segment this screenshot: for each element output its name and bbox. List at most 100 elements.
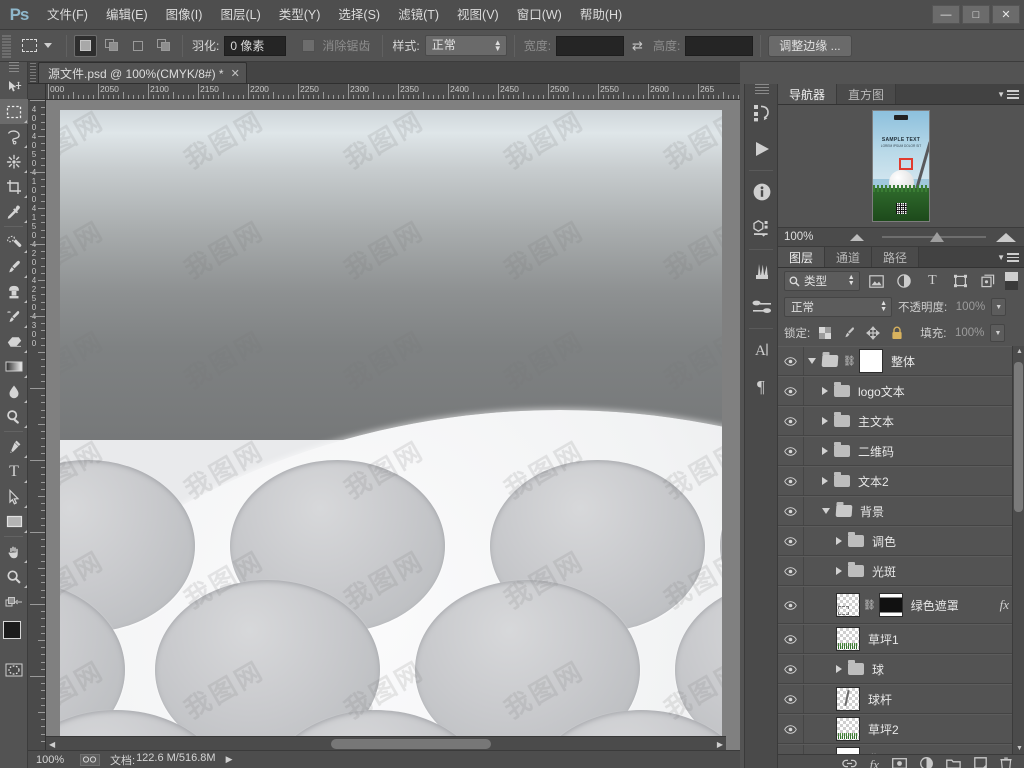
brush-tool-icon[interactable]	[0, 254, 28, 279]
layer-style-fx-icon[interactable]: fx	[870, 757, 879, 768]
opacity-value[interactable]: 100%	[953, 301, 985, 313]
delete-layer-icon[interactable]	[1000, 757, 1012, 768]
pixel-filter-icon[interactable]	[866, 271, 888, 291]
layer-visibility-toggle[interactable]	[778, 655, 804, 683]
width-input[interactable]	[556, 35, 625, 56]
dock-grip[interactable]	[745, 84, 777, 95]
foreground-color-swatch[interactable]	[3, 621, 21, 639]
layer-thumbnail[interactable]	[836, 717, 860, 741]
tab-navigator[interactable]: 导航器	[778, 84, 838, 104]
close-button[interactable]: ✕	[992, 5, 1020, 24]
layer-visibility-toggle[interactable]	[778, 685, 804, 713]
chevron-right-icon[interactable]	[822, 417, 828, 425]
layer-body[interactable]: ⛓绿色遮罩fx▼	[804, 593, 1020, 617]
layer-list[interactable]: ⛓ 整体 logo文本主文本二维码文本2 背景调色光斑 ⛓ 绿色遮罩 fx ▼ 草坪1 球球杆草坪…	[778, 346, 1024, 754]
hand-tool-icon[interactable]	[0, 539, 28, 564]
menu-file[interactable]: 文件(F)	[38, 0, 97, 30]
layers-panel-menu-icon[interactable]: ▼	[997, 251, 1019, 264]
history-icon[interactable]	[745, 95, 779, 131]
layer-row[interactable]: 球	[778, 654, 1024, 684]
opacity-stepper[interactable]: ▼	[991, 298, 1007, 316]
layer-visibility-toggle[interactable]	[778, 745, 804, 754]
layer-row[interactable]: 背景层 fx ▼	[778, 744, 1024, 754]
maximize-button[interactable]: □	[962, 5, 990, 24]
menu-view[interactable]: 视图(V)	[448, 0, 508, 30]
zoom-out-icon[interactable]	[850, 233, 864, 241]
clone-stamp-tool-icon[interactable]	[0, 279, 28, 304]
layer-visibility-toggle[interactable]	[778, 407, 804, 435]
canvas-area[interactable]: 我图网 我图网 我图网 我图网 我图网 我图网 我图网 我图网 我图网 我图网 我图网 我图网 我图网我…	[46, 100, 740, 750]
scroll-right-icon[interactable]: ▶	[717, 740, 723, 749]
layer-name[interactable]: 二维码	[858, 443, 894, 460]
layer-name[interactable]: logo文本	[858, 383, 905, 400]
layer-name[interactable]: 背景	[860, 503, 884, 520]
navigator-thumbnail[interactable]: SAMPLE TEXT LOREM IPSUM DOLOR SIT	[872, 110, 930, 222]
character-icon[interactable]: A	[745, 332, 779, 368]
layer-row[interactable]: 背景	[778, 496, 1024, 526]
slider-knob[interactable]	[929, 232, 944, 242]
chevron-right-icon[interactable]	[822, 387, 828, 395]
navigator-panel-menu-icon[interactable]: ▼	[997, 88, 1019, 101]
layer-name[interactable]: 球杆	[868, 691, 892, 708]
layer-thumbnail[interactable]	[836, 687, 860, 711]
tab-layers[interactable]: 图层	[778, 247, 826, 267]
tab-paths[interactable]: 路径	[872, 247, 920, 267]
path-selection-tool-icon[interactable]	[0, 484, 28, 509]
layer-thumbnail[interactable]	[836, 747, 860, 754]
menu-type[interactable]: 类型(Y)	[270, 0, 330, 30]
chevron-right-icon[interactable]	[836, 665, 842, 673]
crop-tool-icon[interactable]	[0, 174, 28, 199]
lock-image-icon[interactable]	[840, 324, 858, 342]
eraser-tool-icon[interactable]	[0, 329, 28, 354]
layer-body[interactable]: 主文本	[804, 412, 1020, 430]
chevron-right-icon[interactable]	[822, 447, 828, 455]
scroll-thumb[interactable]	[331, 739, 491, 749]
layer-row[interactable]: 主文本	[778, 406, 1024, 436]
minimize-button[interactable]: —	[932, 5, 960, 24]
rectangular-marquee-tool-icon[interactable]	[0, 99, 28, 124]
type-filter-icon[interactable]: T	[921, 271, 943, 291]
layer-row[interactable]: 调色	[778, 526, 1024, 556]
layer-body[interactable]: 草坪2	[804, 717, 1020, 741]
refine-edge-button[interactable]: 调整边缘 ...	[768, 34, 852, 57]
filter-toggle-switch[interactable]	[1005, 272, 1019, 290]
layer-row[interactable]: 草坪2	[778, 714, 1024, 744]
zoom-tool-icon[interactable]	[0, 564, 28, 589]
chevron-down-icon[interactable]	[808, 358, 816, 364]
artwork-golf-ball[interactable]: 我图网 我图网 我图网 我图网 我图网 我图网 我图网 我图网 我图网 我图网 我图网 我图网 我图网我…	[60, 110, 722, 750]
layer-row[interactable]: 文本2	[778, 466, 1024, 496]
feather-input[interactable]: 0 像素	[224, 35, 287, 56]
layer-body[interactable]: 背景层 fx ▼	[804, 747, 1020, 754]
layer-name[interactable]: 绿色遮罩	[911, 597, 959, 614]
layer-effects-fx-icon[interactable]: fx	[1000, 597, 1009, 613]
smartobject-filter-icon[interactable]	[977, 271, 999, 291]
layer-name[interactable]: 球	[872, 661, 884, 678]
add-mask-icon[interactable]	[892, 757, 907, 768]
layer-name[interactable]: 主文本	[858, 413, 894, 430]
layer-name[interactable]: 整体	[891, 353, 915, 370]
menu-edit[interactable]: 编辑(E)	[97, 0, 157, 30]
layer-body[interactable]: 背景	[804, 503, 1020, 520]
layer-name[interactable]: 文本2	[858, 473, 889, 490]
navigator-viewport-rect[interactable]	[899, 158, 913, 170]
chevron-down-icon[interactable]	[822, 508, 830, 514]
canvas-horizontal-scrollbar[interactable]: ◀ ▶	[46, 736, 726, 750]
info-icon[interactable]	[745, 174, 779, 210]
layer-body[interactable]: 球	[804, 660, 1020, 678]
layer-body[interactable]: 调色	[804, 532, 1020, 550]
layer-visibility-toggle[interactable]	[778, 625, 804, 653]
layer-row[interactable]: 草坪1	[778, 624, 1024, 654]
eyedropper-tool-icon[interactable]	[0, 199, 28, 224]
vertical-ruler[interactable]: 400405041004150420042504300	[28, 100, 46, 750]
layer-visibility-toggle[interactable]	[778, 437, 804, 465]
layer-thumbnail[interactable]	[859, 349, 883, 373]
paragraph-icon[interactable]: ¶	[745, 368, 779, 404]
layer-body[interactable]: 二维码	[804, 442, 1020, 460]
link-icon[interactable]: ⛓	[843, 356, 856, 367]
lock-position-icon[interactable]	[864, 324, 882, 342]
chevron-right-icon[interactable]	[836, 537, 842, 545]
layer-thumbnail[interactable]	[836, 627, 860, 651]
layer-visibility-toggle[interactable]	[778, 497, 804, 525]
horizontal-ruler[interactable]: 000 2050 2100 2150 2200 2250 2300 2350 2400 2450 2…	[46, 84, 740, 100]
chevron-right-icon[interactable]	[836, 567, 842, 575]
